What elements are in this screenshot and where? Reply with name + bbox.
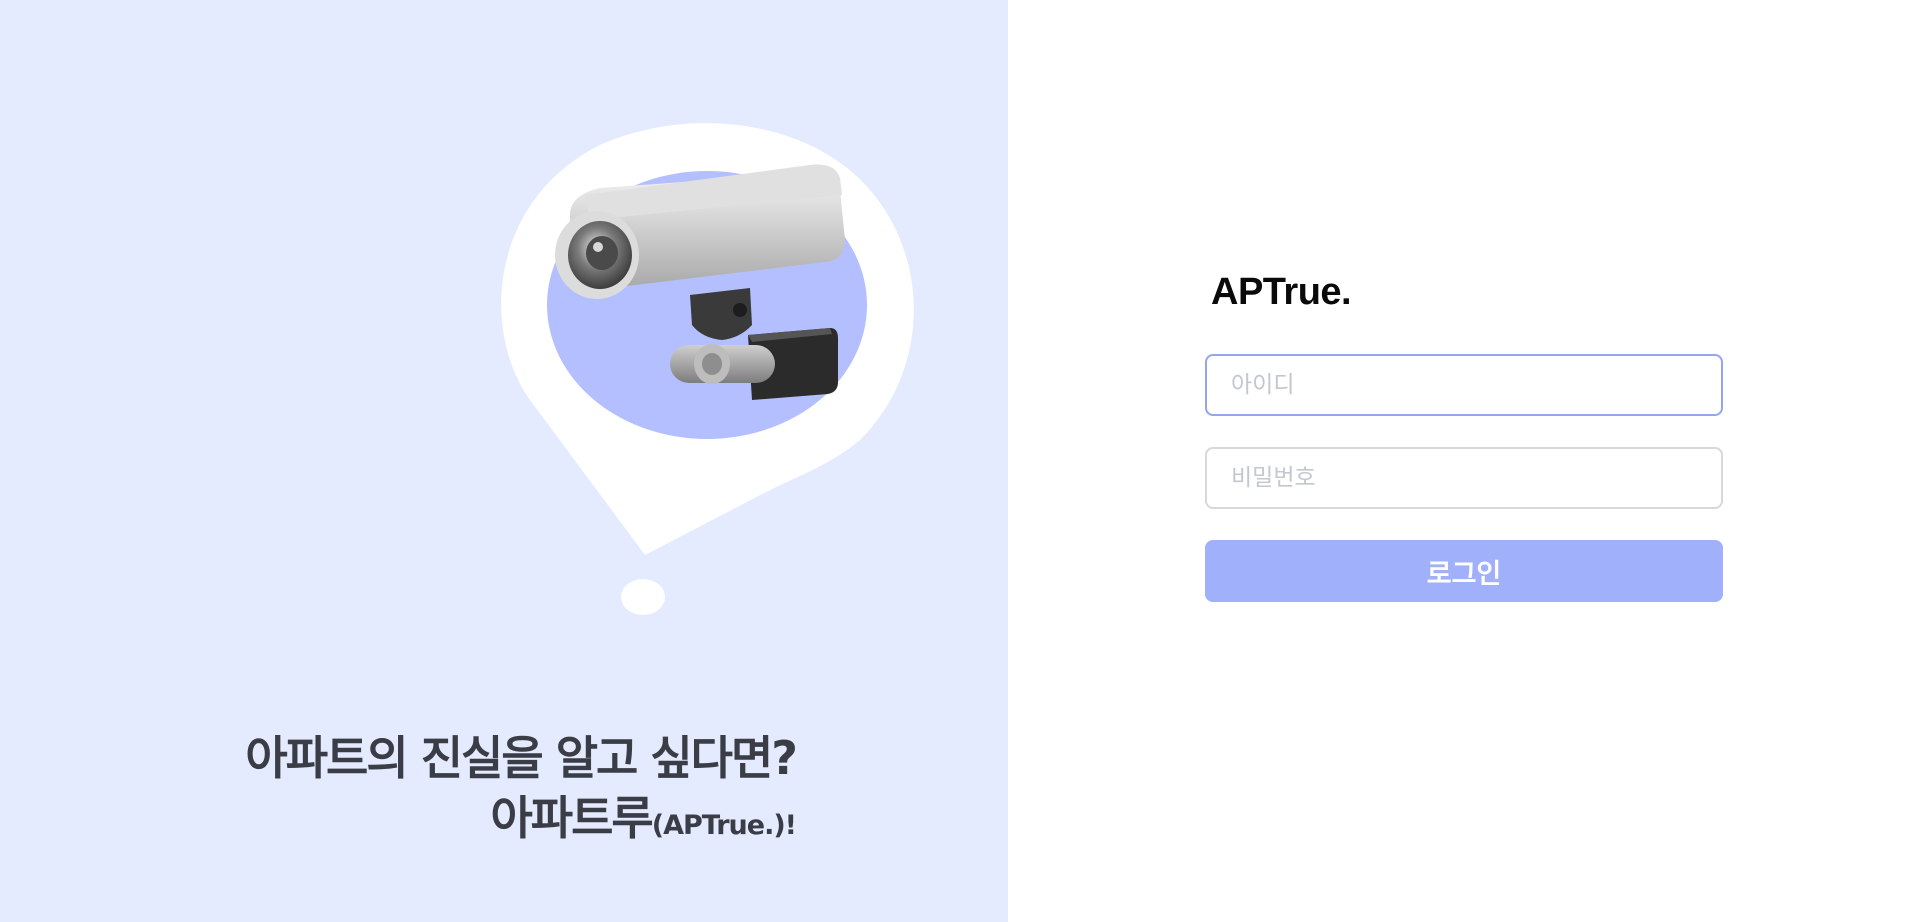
tagline: 아파트의 진실을 알고 싶다면? 아파트루(APTrue.)! xyxy=(245,728,798,856)
tagline-headline: 아파트의 진실을 알고 싶다면? xyxy=(245,731,798,785)
tagline-exclamation: ! xyxy=(784,810,797,841)
app-logo: APTrue. xyxy=(1211,271,1352,313)
password-input[interactable] xyxy=(1205,447,1723,509)
id-input[interactable] xyxy=(1205,354,1723,416)
tagline-brand-korean: 아파트루 xyxy=(490,791,653,845)
login-form: APTrue. 로그인 xyxy=(1205,270,1723,602)
hero-panel: 아파트의 진실을 알고 싶다면? 아파트루(APTrue.)! xyxy=(0,0,1008,922)
login-button[interactable]: 로그인 xyxy=(1205,540,1723,602)
login-page: 아파트의 진실을 알고 싶다면? 아파트루(APTrue.)! APTrue. … xyxy=(0,0,1920,922)
cctv-camera-icon xyxy=(501,123,914,615)
login-panel: APTrue. 로그인 xyxy=(1008,0,1920,922)
tagline-brand-line: 아파트루(APTrue.)! xyxy=(245,788,797,856)
tagline-brand-english: (APTrue.) xyxy=(651,810,786,841)
